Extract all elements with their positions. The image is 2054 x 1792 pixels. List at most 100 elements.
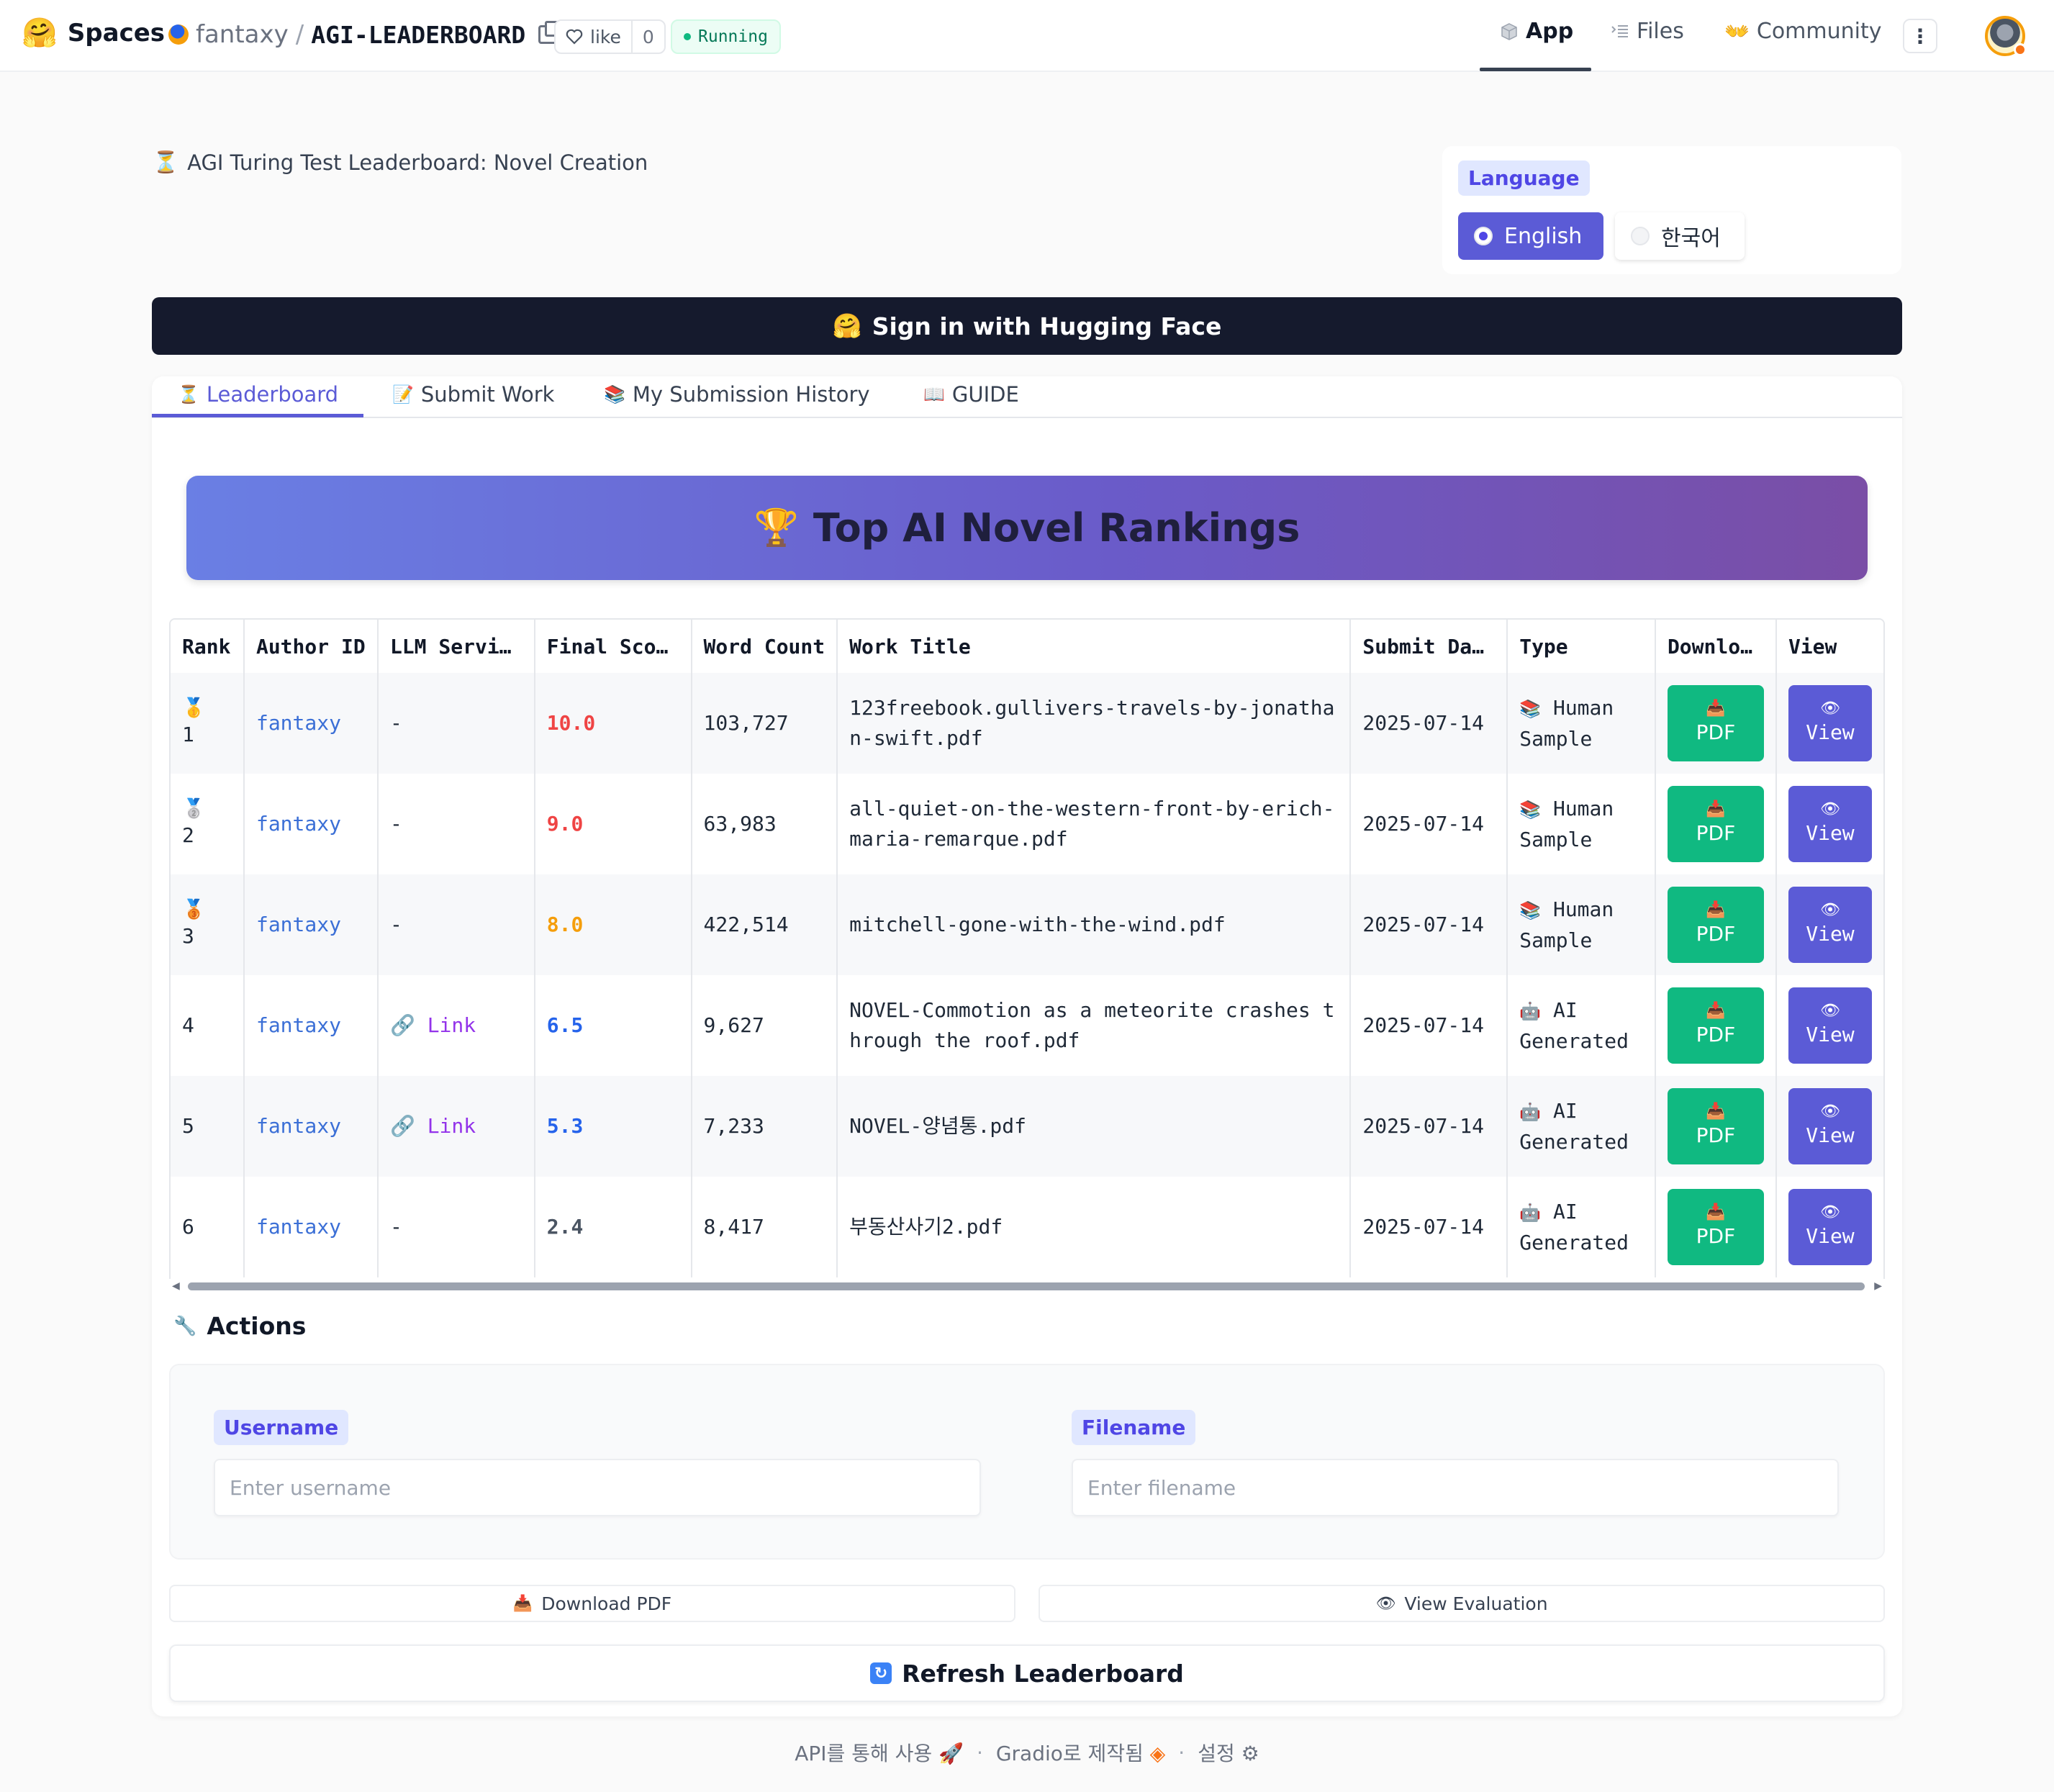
- work-title: NOVEL-Commotion as a meteorite crashes t…: [849, 998, 1335, 1052]
- scroll-left-icon[interactable]: ◀: [172, 1280, 180, 1292]
- sign-in-button[interactable]: 🤗 Sign in with Hugging Face: [152, 297, 1902, 355]
- refresh-leaderboard-button[interactable]: ↻ Refresh Leaderboard: [169, 1644, 1885, 1702]
- download-pdf-row-button[interactable]: 📥 PDF: [1667, 987, 1764, 1064]
- rocket-icon: 🚀: [938, 1742, 964, 1765]
- view-row-button[interactable]: 👁 View: [1788, 1189, 1872, 1265]
- author-link[interactable]: fantaxy: [256, 812, 341, 836]
- scroll-right-icon[interactable]: ▶: [1874, 1280, 1882, 1292]
- view-row-button[interactable]: 👁 View: [1788, 987, 1872, 1064]
- type-cell: 📚 Human Sample: [1507, 874, 1656, 975]
- tab-submission-history[interactable]: 📚 My Submission History: [604, 382, 870, 407]
- status-badge[interactable]: Running: [671, 19, 781, 54]
- word-count: 9,627: [703, 1013, 764, 1037]
- column-header[interactable]: Type: [1507, 620, 1656, 673]
- table-row: 🥇 1 fantaxy - 10.0 103,727 123freebook.gu…: [171, 673, 1883, 774]
- author-link[interactable]: fantaxy: [256, 711, 341, 735]
- column-header[interactable]: Downlo…: [1655, 620, 1777, 673]
- column-header[interactable]: View: [1775, 620, 1883, 673]
- llm-service-cell: -: [377, 673, 535, 774]
- rank-cell: 6: [171, 1177, 245, 1277]
- column-header[interactable]: Work Title: [837, 620, 1352, 673]
- view-evaluation-button[interactable]: 👁 View Evaluation: [1039, 1585, 1885, 1622]
- author-link[interactable]: fantaxy: [256, 1114, 341, 1138]
- footer-api-link[interactable]: API를 통해 사용 🚀: [795, 1738, 964, 1767]
- download-pdf-row-button[interactable]: 📥 PDF: [1667, 1088, 1764, 1164]
- horizontal-scrollbar[interactable]: ◀ ▶: [169, 1279, 1885, 1293]
- column-header[interactable]: Word Count: [691, 620, 838, 673]
- rank-value: 6: [182, 1215, 194, 1239]
- type-icon: 🤖: [1519, 1202, 1542, 1223]
- column-header[interactable]: Submit Da…: [1350, 620, 1508, 673]
- filename-input[interactable]: [1072, 1459, 1839, 1516]
- download-pdf-row-button[interactable]: 📥 PDF: [1667, 1189, 1764, 1265]
- view-row-button[interactable]: 👁 View: [1788, 786, 1872, 862]
- repo-name[interactable]: AGI-LEADERBOARD: [311, 21, 525, 49]
- like-count: 0: [642, 26, 654, 47]
- view-cell: 👁 View: [1775, 1076, 1883, 1177]
- footer-gradio-link[interactable]: Gradio로 제작됨 ◈: [996, 1738, 1165, 1767]
- language-option-korean[interactable]: 한국어: [1615, 212, 1745, 260]
- download-pdf-row-button[interactable]: 📥 PDF: [1667, 786, 1764, 862]
- table-row: 6 fantaxy - 2.4 8,417 부동산사기2.pdf 2025-07…: [171, 1177, 1883, 1277]
- type-cell: 🤖 AI Generated: [1507, 1076, 1656, 1177]
- like-button[interactable]: like 0: [554, 19, 666, 54]
- cube-icon: [1501, 22, 1517, 40]
- like-toggle[interactable]: like: [556, 21, 633, 53]
- download-pdf-button[interactable]: 📥 Download PDF: [169, 1585, 1015, 1622]
- tab-submit-work[interactable]: 📝 Submit Work: [392, 382, 554, 407]
- submit-date-cell: 2025-07-14: [1350, 1177, 1508, 1277]
- submit-date: 2025-07-14: [1362, 1114, 1484, 1138]
- type-label-line2: Sample: [1519, 726, 1593, 751]
- rank-cell: 5: [171, 1076, 245, 1177]
- owner-link[interactable]: fantaxy: [196, 20, 289, 49]
- submit-date: 2025-07-14: [1362, 711, 1484, 735]
- final-score-cell: 9.0: [534, 774, 692, 874]
- view-cell: 👁 View: [1775, 874, 1883, 975]
- view-row-button[interactable]: 👁 View: [1788, 1088, 1872, 1164]
- user-avatar[interactable]: [1985, 16, 2027, 56]
- tab-leaderboard[interactable]: ⏳ Leaderboard: [178, 382, 338, 407]
- language-option-english[interactable]: English: [1458, 212, 1603, 260]
- llm-service-link[interactable]: Link: [427, 1114, 476, 1138]
- more-options-button[interactable]: ⋮: [1903, 19, 1937, 53]
- view-cell: 👁 View: [1775, 774, 1883, 874]
- rank-cell: 🥈 2: [171, 774, 245, 874]
- author-link[interactable]: fantaxy: [256, 1013, 341, 1037]
- leaderboard-table: Rank Author ID LLM Servi… Final Sco… Wor…: [169, 618, 1885, 1293]
- nav-tab-community[interactable]: 👐 Community: [1724, 19, 1882, 44]
- books-icon: 📚: [604, 384, 625, 404]
- nav-tab-files[interactable]: Files: [1611, 19, 1684, 44]
- final-score: 6.5: [546, 1013, 584, 1037]
- column-header[interactable]: Final Sco…: [534, 620, 692, 673]
- author-link[interactable]: fantaxy: [256, 913, 341, 936]
- download-pdf-row-button[interactable]: 📥 PDF: [1667, 887, 1764, 963]
- footer-settings-link[interactable]: 설정 ⚙: [1198, 1738, 1259, 1767]
- banner-title: Top AI Novel Rankings: [813, 505, 1300, 551]
- author-link[interactable]: fantaxy: [256, 1215, 341, 1239]
- download-pdf-row-button[interactable]: 📥 PDF: [1667, 685, 1764, 761]
- type-label-line2: Generated: [1519, 1028, 1629, 1053]
- table-row: 4 fantaxy 🔗 Link 6.5 9,627 NOVEL-Commoti…: [171, 975, 1883, 1076]
- tab-guide[interactable]: 📖 GUIDE: [923, 382, 1019, 407]
- view-row-button[interactable]: 👁 View: [1788, 887, 1872, 963]
- type-icon: 📚: [1519, 900, 1542, 920]
- submit-date-cell: 2025-07-14: [1350, 1076, 1508, 1177]
- author-cell: fantaxy: [243, 774, 379, 874]
- tab-label: GUIDE: [951, 382, 1019, 407]
- username-input[interactable]: [214, 1459, 981, 1516]
- work-title: mitchell-gone-with-the-wind.pdf: [849, 913, 1226, 936]
- spaces-label: Spaces: [67, 19, 166, 47]
- llm-service-link[interactable]: Link: [427, 1013, 476, 1037]
- spaces-logo[interactable]: 🤗 Spaces: [22, 19, 165, 47]
- column-header[interactable]: Author ID: [243, 620, 379, 673]
- download-cell: 📥 PDF: [1655, 774, 1777, 874]
- hourglass-icon: ⏳: [153, 150, 179, 174]
- column-header[interactable]: LLM Servi…: [377, 620, 535, 673]
- final-score: 5.3: [546, 1114, 584, 1138]
- nav-tab-app[interactable]: App: [1500, 19, 1573, 44]
- medal-icon: 🥈: [182, 798, 206, 820]
- column-header[interactable]: Rank: [171, 620, 245, 673]
- hourglass-icon: ⏳: [178, 384, 199, 404]
- view-row-button[interactable]: 👁 View: [1788, 685, 1872, 761]
- scrollbar-thumb[interactable]: [188, 1282, 1865, 1290]
